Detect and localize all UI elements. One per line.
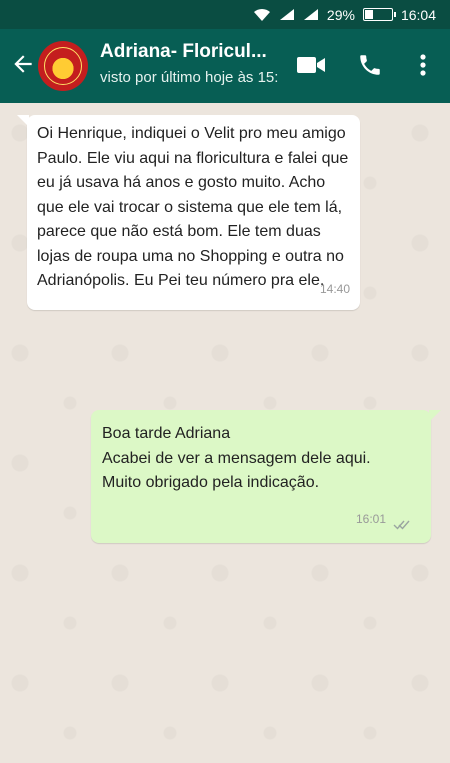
video-call-icon[interactable]: [296, 55, 326, 75]
battery-percent: 29%: [326, 6, 355, 23]
wifi-icon: [253, 8, 270, 21]
back-arrow-icon[interactable]: [10, 51, 36, 77]
message-time: 14:40: [319, 282, 350, 296]
status-bar: 29% 16:04: [0, 0, 450, 29]
contact-name[interactable]: Adriana- Floricul...: [100, 41, 300, 63]
message-text: Oi Henrique, indiquei o Velit pro meu am…: [37, 125, 353, 289]
last-seen-status: visto por último hoje às 15:: [100, 69, 279, 86]
battery-icon: [362, 8, 396, 21]
outgoing-message[interactable]: Boa tarde Adriana Acabei de ver a mensag…: [91, 410, 441, 543]
chat-header: Adriana- Floricul... visto por último ho…: [0, 29, 450, 103]
chat-area[interactable]: Oi Henrique, indiquei o Velit pro meu am…: [0, 103, 450, 763]
clock: 16:04: [400, 6, 436, 23]
signal-icon: [279, 9, 294, 20]
message-text: Boa tarde Adriana Acabei de ver a mensag…: [102, 425, 371, 491]
battery-level: [364, 10, 374, 19]
more-options-icon[interactable]: [415, 53, 431, 79]
phone-call-icon[interactable]: [357, 52, 383, 78]
signal-icon: [303, 9, 318, 20]
incoming-message[interactable]: Oi Henrique, indiquei o Velit pro meu am…: [17, 115, 360, 310]
avatar[interactable]: [38, 41, 88, 91]
double-check-read-icon: [393, 520, 410, 530]
message-time: 16:01: [355, 511, 386, 526]
